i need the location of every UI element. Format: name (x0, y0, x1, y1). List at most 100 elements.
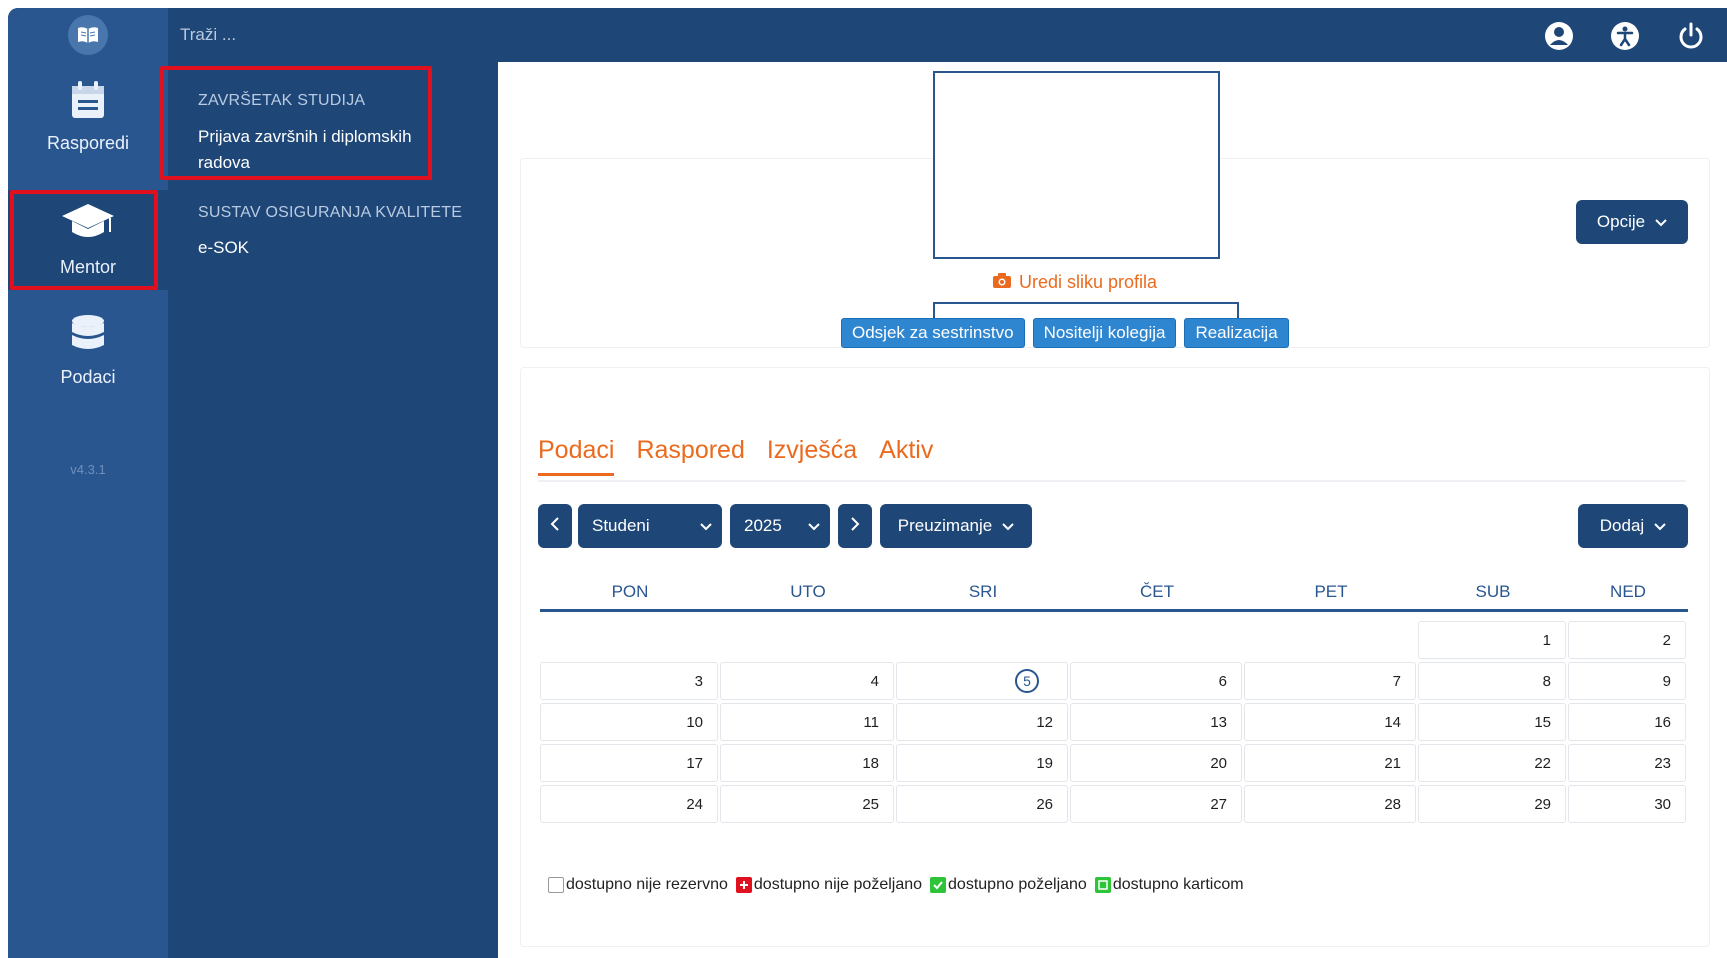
rail-item-rasporedi[interactable]: Rasporedi (8, 80, 168, 190)
calendar-day-cell[interactable]: 22 (1418, 744, 1566, 782)
top-bar: Traži ... (8, 8, 1727, 62)
calendar-day-cell[interactable]: 4 (720, 662, 894, 700)
calendar-day-cell[interactable]: 5 (896, 662, 1068, 700)
tag-nositelji[interactable]: Nositelji kolegija (1032, 318, 1177, 348)
calendar-day-cell[interactable]: 7 (1244, 662, 1416, 700)
calendar-day-cell[interactable]: 24 (540, 785, 718, 823)
day-number: 24 (686, 796, 703, 813)
tab-podaci[interactable]: Podaci (538, 436, 615, 476)
calendar-day-cell[interactable]: 26 (896, 785, 1068, 823)
tab-izvjesca[interactable]: Izvješća (767, 436, 857, 476)
chevron-down-icon (700, 516, 712, 536)
add-button[interactable]: Dodaj (1578, 504, 1688, 548)
version-label: v4.3.1 (70, 462, 106, 477)
day-number: 9 (1662, 673, 1671, 690)
search-input[interactable]: Traži ... (180, 25, 236, 45)
month-select[interactable]: Studeni (578, 504, 722, 548)
calendar-day-cell[interactable]: 28 (1244, 785, 1416, 823)
calendar-day-cell[interactable]: 15 (1418, 703, 1566, 741)
calendar-day-cell[interactable]: 14 (1244, 703, 1416, 741)
options-label: Opcije (1596, 212, 1646, 231)
day-number: 30 (1654, 796, 1671, 813)
day-number: 17 (686, 755, 703, 772)
weekday-label: SUB (1475, 582, 1511, 601)
submenu-link-esok[interactable]: e-SOK (198, 235, 249, 261)
day-number: 6 (1218, 673, 1227, 690)
year-select[interactable]: 2025 (730, 504, 830, 548)
accessibility-icon[interactable] (1607, 18, 1643, 54)
calendar-day-cell[interactable]: 8 (1418, 662, 1566, 700)
chevron-down-icon (1002, 516, 1014, 536)
day-number: 11 (863, 714, 879, 731)
rail-item-podaci[interactable]: Podaci (8, 314, 168, 414)
calendar-empty-cell (720, 621, 894, 659)
day-number: 14 (1384, 714, 1401, 731)
weekday-label: PET (1314, 582, 1348, 601)
calendar-day-cell[interactable]: 12 (896, 703, 1068, 741)
calendar-day-cell[interactable]: 18 (720, 744, 894, 782)
prev-month-button[interactable] (538, 504, 572, 548)
highlight-mentor (10, 190, 158, 290)
day-number: 29 (1534, 796, 1551, 813)
weekday-label: UTO (790, 582, 826, 601)
download-label: Preuzimanje (897, 516, 993, 535)
legend-label: dostupno karticom (1112, 876, 1244, 893)
calendar-icon (70, 80, 106, 125)
calendar-day-cell[interactable]: 27 (1070, 785, 1242, 823)
calendar-day-cell[interactable]: 10 (540, 703, 718, 741)
tag-realizacija[interactable]: Realizacija (1184, 318, 1289, 348)
day-number: 7 (1392, 673, 1401, 690)
day-number: 1 (1542, 632, 1551, 649)
main-content: Uredi sliku profila Odsjek za sestrinstv… (498, 62, 1727, 958)
day-number: 18 (862, 755, 879, 772)
calendar-grid: 1 2 3 4 5 6 7 8 9 10 11 12 13 14 15 16 17 18 19 20 21 22 23 24 2… (540, 621, 1688, 826)
calendar-day-cell[interactable]: 20 (1070, 744, 1242, 782)
calendar-header: PON UTO SRI ČET PET SUB NED (540, 582, 1688, 612)
day-number: 21 (1384, 755, 1401, 772)
calendar-day-cell[interactable]: 19 (896, 744, 1068, 782)
green-check-square-icon (930, 877, 947, 893)
book-logo-icon (68, 15, 108, 55)
calendar-day-cell[interactable]: 11 (720, 703, 894, 741)
calendar-day-cell[interactable]: 9 (1568, 662, 1686, 700)
user-account-icon[interactable] (1541, 18, 1577, 54)
calendar-day-cell[interactable]: 6 (1070, 662, 1242, 700)
red-plus-square-icon (735, 877, 752, 893)
day-number: 26 (1036, 796, 1053, 813)
org-tags: Odsjek za sestrinstvo Nositelji kolegija… (841, 318, 1289, 348)
day-number: 10 (686, 714, 703, 731)
profile-photo (933, 71, 1220, 259)
rail-label: Rasporedi (46, 133, 130, 153)
power-icon[interactable] (1673, 18, 1709, 54)
next-month-button[interactable] (838, 504, 872, 548)
calendar-day-cell[interactable]: 25 (720, 785, 894, 823)
logo-cell[interactable] (8, 8, 168, 62)
tab-aktiv[interactable]: Aktiv (879, 436, 933, 476)
calendar-day-cell[interactable]: 13 (1070, 703, 1242, 741)
download-button[interactable]: Preuzimanje (880, 504, 1032, 548)
tab-raspored[interactable]: Raspored (636, 436, 744, 476)
calendar-empty-cell (1070, 621, 1242, 659)
rail-label: Podaci (60, 367, 116, 387)
calendar-day-cell[interactable]: 2 (1568, 621, 1686, 659)
edit-photo-link[interactable]: Uredi sliku profila (993, 272, 1157, 293)
submenu-section-title: SUSTAV OSIGURANJA KVALITETE (198, 204, 463, 221)
chevron-down-icon (1655, 212, 1667, 232)
calendar-day-cell[interactable]: 16 (1568, 703, 1686, 741)
calendar-day-cell[interactable]: 23 (1568, 744, 1686, 782)
options-button[interactable]: Opcije (1576, 200, 1688, 244)
calendar-day-cell[interactable]: 29 (1418, 785, 1566, 823)
calendar-day-cell[interactable]: 1 (1418, 621, 1566, 659)
weekday-label: SRI (968, 582, 998, 601)
year-value: 2025 (744, 516, 782, 535)
camera-icon (993, 272, 1011, 293)
calendar-day-cell[interactable]: 21 (1244, 744, 1416, 782)
calendar-day-cell[interactable]: 3 (540, 662, 718, 700)
tag-odsjek[interactable]: Odsjek za sestrinstvo (841, 318, 1025, 348)
day-number: 12 (1036, 714, 1053, 731)
day-number: 8 (1542, 673, 1551, 690)
legend-label: dostupno poželjano (948, 876, 1087, 893)
calendar-day-cell[interactable]: 30 (1568, 785, 1686, 823)
tabs: Podaci Raspored Izvješća Aktiv (538, 436, 933, 476)
calendar-day-cell[interactable]: 17 (540, 744, 718, 782)
